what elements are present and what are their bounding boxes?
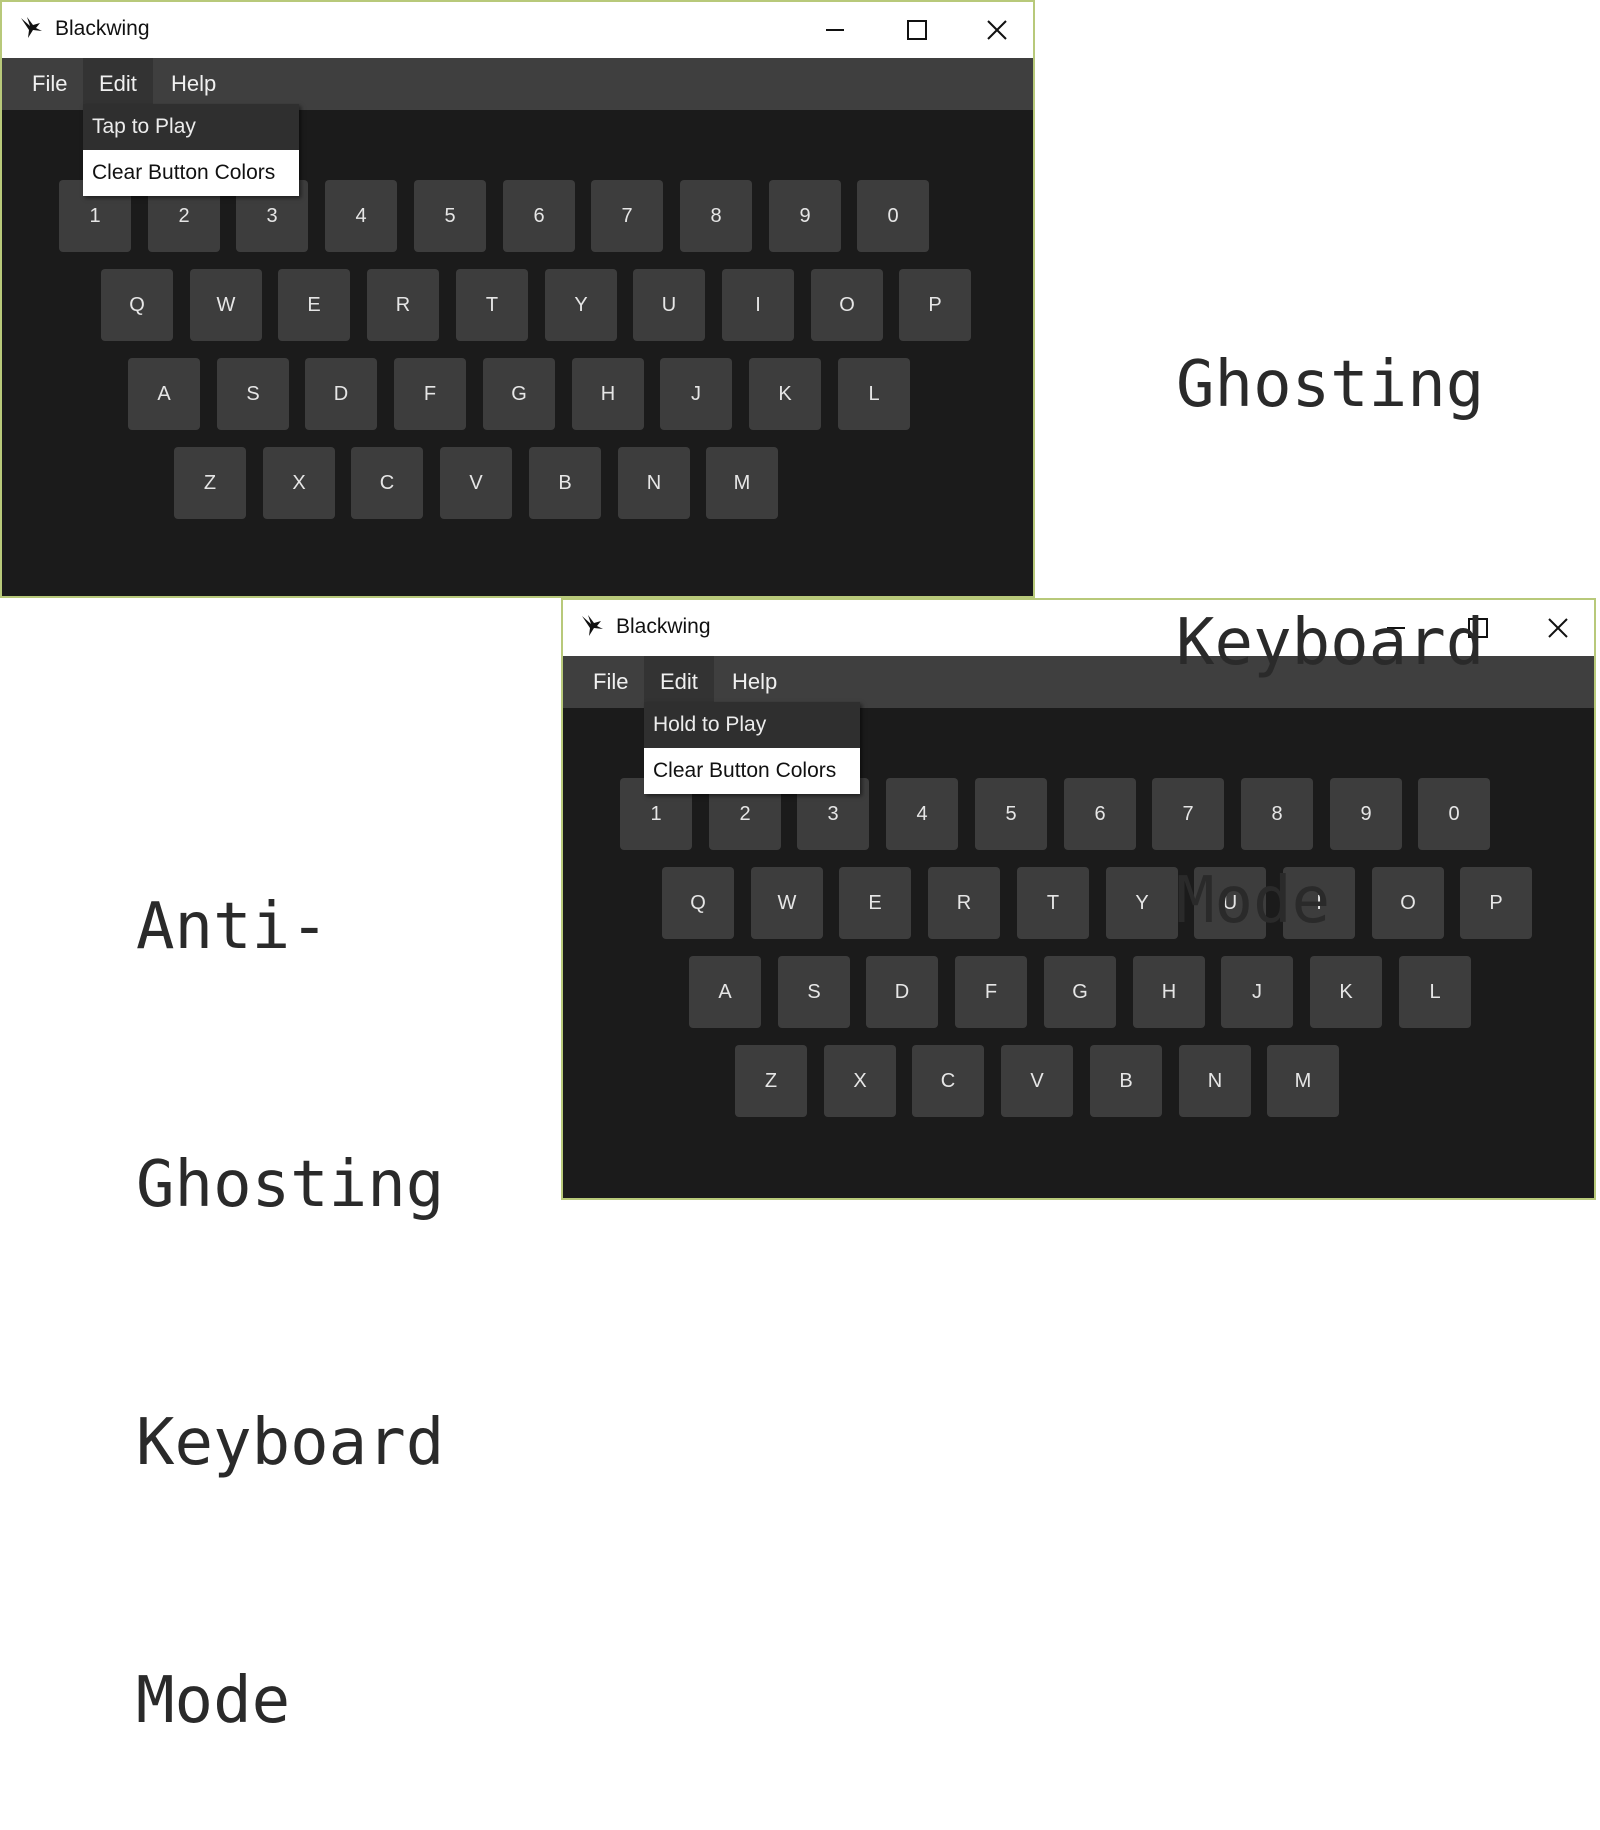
caption-line: Ghosting bbox=[136, 1148, 445, 1222]
menu-help[interactable]: Help bbox=[716, 656, 793, 708]
key-l[interactable]: L bbox=[838, 358, 910, 430]
key-b[interactable]: B bbox=[1090, 1045, 1162, 1117]
menu-file[interactable]: File bbox=[16, 58, 83, 110]
key-7[interactable]: 7 bbox=[591, 180, 663, 252]
key-a[interactable]: A bbox=[689, 956, 761, 1028]
key-4[interactable]: 4 bbox=[886, 778, 958, 850]
key-6[interactable]: 6 bbox=[1064, 778, 1136, 850]
key-p[interactable]: P bbox=[899, 269, 971, 341]
key-g[interactable]: G bbox=[483, 358, 555, 430]
key-5[interactable]: 5 bbox=[975, 778, 1047, 850]
caption-line: Mode bbox=[1176, 864, 1331, 938]
title-bar[interactable]: Blackwing bbox=[2, 2, 1033, 58]
menu-option-tap-to-play[interactable]: Tap to Play bbox=[83, 104, 299, 150]
key-s[interactable]: S bbox=[778, 956, 850, 1028]
maximize-icon[interactable] bbox=[891, 10, 943, 50]
key-n[interactable]: N bbox=[618, 447, 690, 519]
key-r[interactable]: R bbox=[367, 269, 439, 341]
key-f[interactable]: F bbox=[394, 358, 466, 430]
key-m[interactable]: M bbox=[706, 447, 778, 519]
menu-edit[interactable]: Edit bbox=[644, 656, 714, 708]
edit-dropdown: Hold to Play Clear Button Colors bbox=[644, 702, 860, 794]
edit-dropdown: Tap to Play Clear Button Colors bbox=[83, 104, 299, 196]
key-z[interactable]: Z bbox=[174, 447, 246, 519]
close-icon[interactable] bbox=[971, 10, 1023, 50]
key-t[interactable]: T bbox=[1017, 867, 1089, 939]
caption-line: Anti- bbox=[136, 890, 329, 964]
key-s[interactable]: S bbox=[217, 358, 289, 430]
key-c[interactable]: C bbox=[912, 1045, 984, 1117]
key-t[interactable]: T bbox=[456, 269, 528, 341]
menu-option-hold-to-play[interactable]: Hold to Play bbox=[644, 702, 860, 748]
caption-line: Keyboard bbox=[136, 1406, 445, 1480]
key-d[interactable]: D bbox=[305, 358, 377, 430]
menu-option-clear-button-colors[interactable]: Clear Button Colors bbox=[644, 748, 860, 794]
key-8[interactable]: 8 bbox=[680, 180, 752, 252]
key-q[interactable]: Q bbox=[101, 269, 173, 341]
window-title: Blackwing bbox=[616, 615, 711, 638]
menu-file[interactable]: File bbox=[577, 656, 644, 708]
mode-caption-ghosting: Ghosting Keyboard Mode bbox=[1176, 170, 1484, 1030]
key-q[interactable]: Q bbox=[662, 867, 734, 939]
blackwing-bird-icon bbox=[21, 17, 42, 38]
key-4[interactable]: 4 bbox=[325, 180, 397, 252]
key-b[interactable]: B bbox=[529, 447, 601, 519]
key-f[interactable]: F bbox=[955, 956, 1027, 1028]
key-e[interactable]: E bbox=[278, 269, 350, 341]
key-a[interactable]: A bbox=[128, 358, 200, 430]
key-5[interactable]: 5 bbox=[414, 180, 486, 252]
mode-caption-anti-ghosting: Anti- Ghosting Keyboard Mode bbox=[136, 712, 444, 1830]
key-v[interactable]: V bbox=[1001, 1045, 1073, 1117]
key-m[interactable]: M bbox=[1267, 1045, 1339, 1117]
key-n[interactable]: N bbox=[1179, 1045, 1251, 1117]
close-icon[interactable] bbox=[1532, 608, 1584, 648]
key-6[interactable]: 6 bbox=[503, 180, 575, 252]
key-h[interactable]: H bbox=[572, 358, 644, 430]
minimize-icon[interactable] bbox=[809, 10, 861, 50]
key-r[interactable]: R bbox=[928, 867, 1000, 939]
menu-help[interactable]: Help bbox=[155, 58, 232, 110]
caption-line: Ghosting bbox=[1176, 348, 1485, 422]
menu-bar: File Edit Help bbox=[2, 58, 1033, 110]
window-ghosting: Blackwing File Edit Help 1234567890QWERT… bbox=[0, 0, 1035, 598]
key-d[interactable]: D bbox=[866, 956, 938, 1028]
key-k[interactable]: K bbox=[749, 358, 821, 430]
key-o[interactable]: O bbox=[811, 269, 883, 341]
key-y[interactable]: Y bbox=[1106, 867, 1178, 939]
key-j[interactable]: J bbox=[660, 358, 732, 430]
caption-line: Mode bbox=[136, 1664, 291, 1738]
key-u[interactable]: U bbox=[633, 269, 705, 341]
key-w[interactable]: W bbox=[751, 867, 823, 939]
key-0[interactable]: 0 bbox=[857, 180, 929, 252]
key-v[interactable]: V bbox=[440, 447, 512, 519]
key-w[interactable]: W bbox=[190, 269, 262, 341]
caption-line: Keyboard bbox=[1176, 606, 1485, 680]
key-y[interactable]: Y bbox=[545, 269, 617, 341]
key-z[interactable]: Z bbox=[735, 1045, 807, 1117]
key-9[interactable]: 9 bbox=[769, 180, 841, 252]
key-e[interactable]: E bbox=[839, 867, 911, 939]
key-i[interactable]: I bbox=[722, 269, 794, 341]
key-c[interactable]: C bbox=[351, 447, 423, 519]
key-x[interactable]: X bbox=[824, 1045, 896, 1117]
key-g[interactable]: G bbox=[1044, 956, 1116, 1028]
menu-edit[interactable]: Edit bbox=[83, 58, 153, 110]
key-x[interactable]: X bbox=[263, 447, 335, 519]
menu-option-clear-button-colors[interactable]: Clear Button Colors bbox=[83, 150, 299, 196]
blackwing-bird-icon bbox=[582, 615, 603, 636]
window-title: Blackwing bbox=[55, 17, 150, 40]
